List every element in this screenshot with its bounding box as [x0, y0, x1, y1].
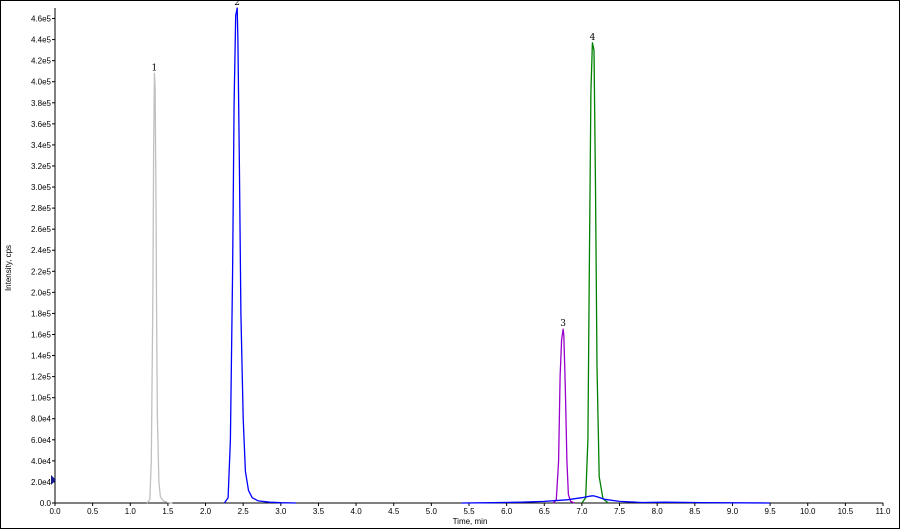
y-tick-label: 1.6e5 [31, 330, 52, 339]
y-tick-label: 2.2e5 [31, 267, 52, 276]
y-tick-label: 4.4e5 [31, 36, 52, 45]
x-tick-label: 3.5 [313, 507, 325, 516]
peak-label-1: 1 [151, 63, 157, 73]
series-line-4 [581, 42, 609, 504]
peak-labels: 1 2 3 4 [151, 0, 595, 329]
peak-label-2: 2 [234, 0, 240, 8]
x-tick-label: 7.0 [576, 507, 588, 516]
x-tick-label: 8.0 [652, 507, 664, 516]
x-tick-label: 3.0 [275, 507, 287, 516]
x-tick-label: 11.0 [876, 507, 892, 516]
chromatogram-chart: 0.0 2.0e4 4.0e4 6.0e4 8.0e4 1.0e5 1.2e5 1.4e5 1.… [4, 0, 891, 526]
series-line-2 [223, 7, 296, 504]
x-tick-label: 5.0 [426, 507, 438, 516]
y-tick-label: 6.0e4 [31, 436, 52, 445]
y-tick-label: 1.8e5 [31, 309, 52, 318]
x-tick-label: 9.5 [765, 507, 777, 516]
series-group [146, 7, 771, 504]
x-tick-label: 6.0 [501, 507, 513, 516]
y-tick-label: 3.4e5 [31, 141, 52, 150]
y-tick-label: 4.0e5 [31, 78, 52, 87]
x-tick-label: 9.0 [727, 507, 739, 516]
y-tick-label: 2.0e5 [31, 288, 52, 297]
x-axis-title: Time, min [453, 517, 488, 526]
x-tick-label: 0.5 [87, 507, 99, 516]
y-tick-label: 2.0e4 [31, 478, 52, 487]
y-tick-label: 1.4e5 [31, 352, 52, 361]
y-tick-label: 8.0e4 [31, 415, 52, 424]
y-tick-label: 2.6e5 [31, 225, 52, 234]
x-tick-label: 2.5 [238, 507, 250, 516]
x-tick-label: 10.5 [838, 507, 854, 516]
x-tick-label: 10.0 [800, 507, 816, 516]
axes: 0.0 2.0e4 4.0e4 6.0e4 8.0e4 1.0e5 1.2e5 1.4e5 1.… [31, 8, 891, 516]
peak-label-4: 4 [590, 33, 596, 43]
x-tick-label: 7.5 [614, 507, 626, 516]
y-tick-label: 2.4e5 [31, 246, 52, 255]
x-tick-label: 4.5 [388, 507, 400, 516]
y-tick-label: 3.0e5 [31, 183, 52, 192]
y-tick-label: 3.6e5 [31, 120, 52, 129]
series-line-3 [552, 328, 575, 504]
y-tick-label: 3.2e5 [31, 162, 52, 171]
y-tick-label: 2.8e5 [31, 204, 52, 213]
x-tick-label: 4.0 [351, 507, 363, 516]
series-line-1 [146, 72, 173, 504]
y-tick-label: 4.0e4 [31, 457, 52, 466]
y-tick-label: 4.2e5 [31, 57, 52, 66]
y-tick-label: 3.8e5 [31, 99, 52, 108]
peak-label-3: 3 [560, 319, 566, 329]
x-tick-label: 0.0 [49, 507, 61, 516]
x-tick-label: 1.5 [162, 507, 174, 516]
x-tick-label: 1.0 [125, 507, 137, 516]
y-tick-label: 1.0e5 [31, 394, 52, 403]
x-tick-label: 2.0 [200, 507, 212, 516]
y-tick-label: 1.2e5 [31, 373, 52, 382]
series-line-baseline [461, 495, 771, 504]
x-tick-label: 6.5 [539, 507, 551, 516]
y-tick-label: 4.6e5 [31, 15, 52, 24]
y-axis-title: Intensity, cps [4, 245, 13, 291]
x-tick-label: 8.5 [689, 507, 701, 516]
x-tick-label: 5.5 [463, 507, 475, 516]
